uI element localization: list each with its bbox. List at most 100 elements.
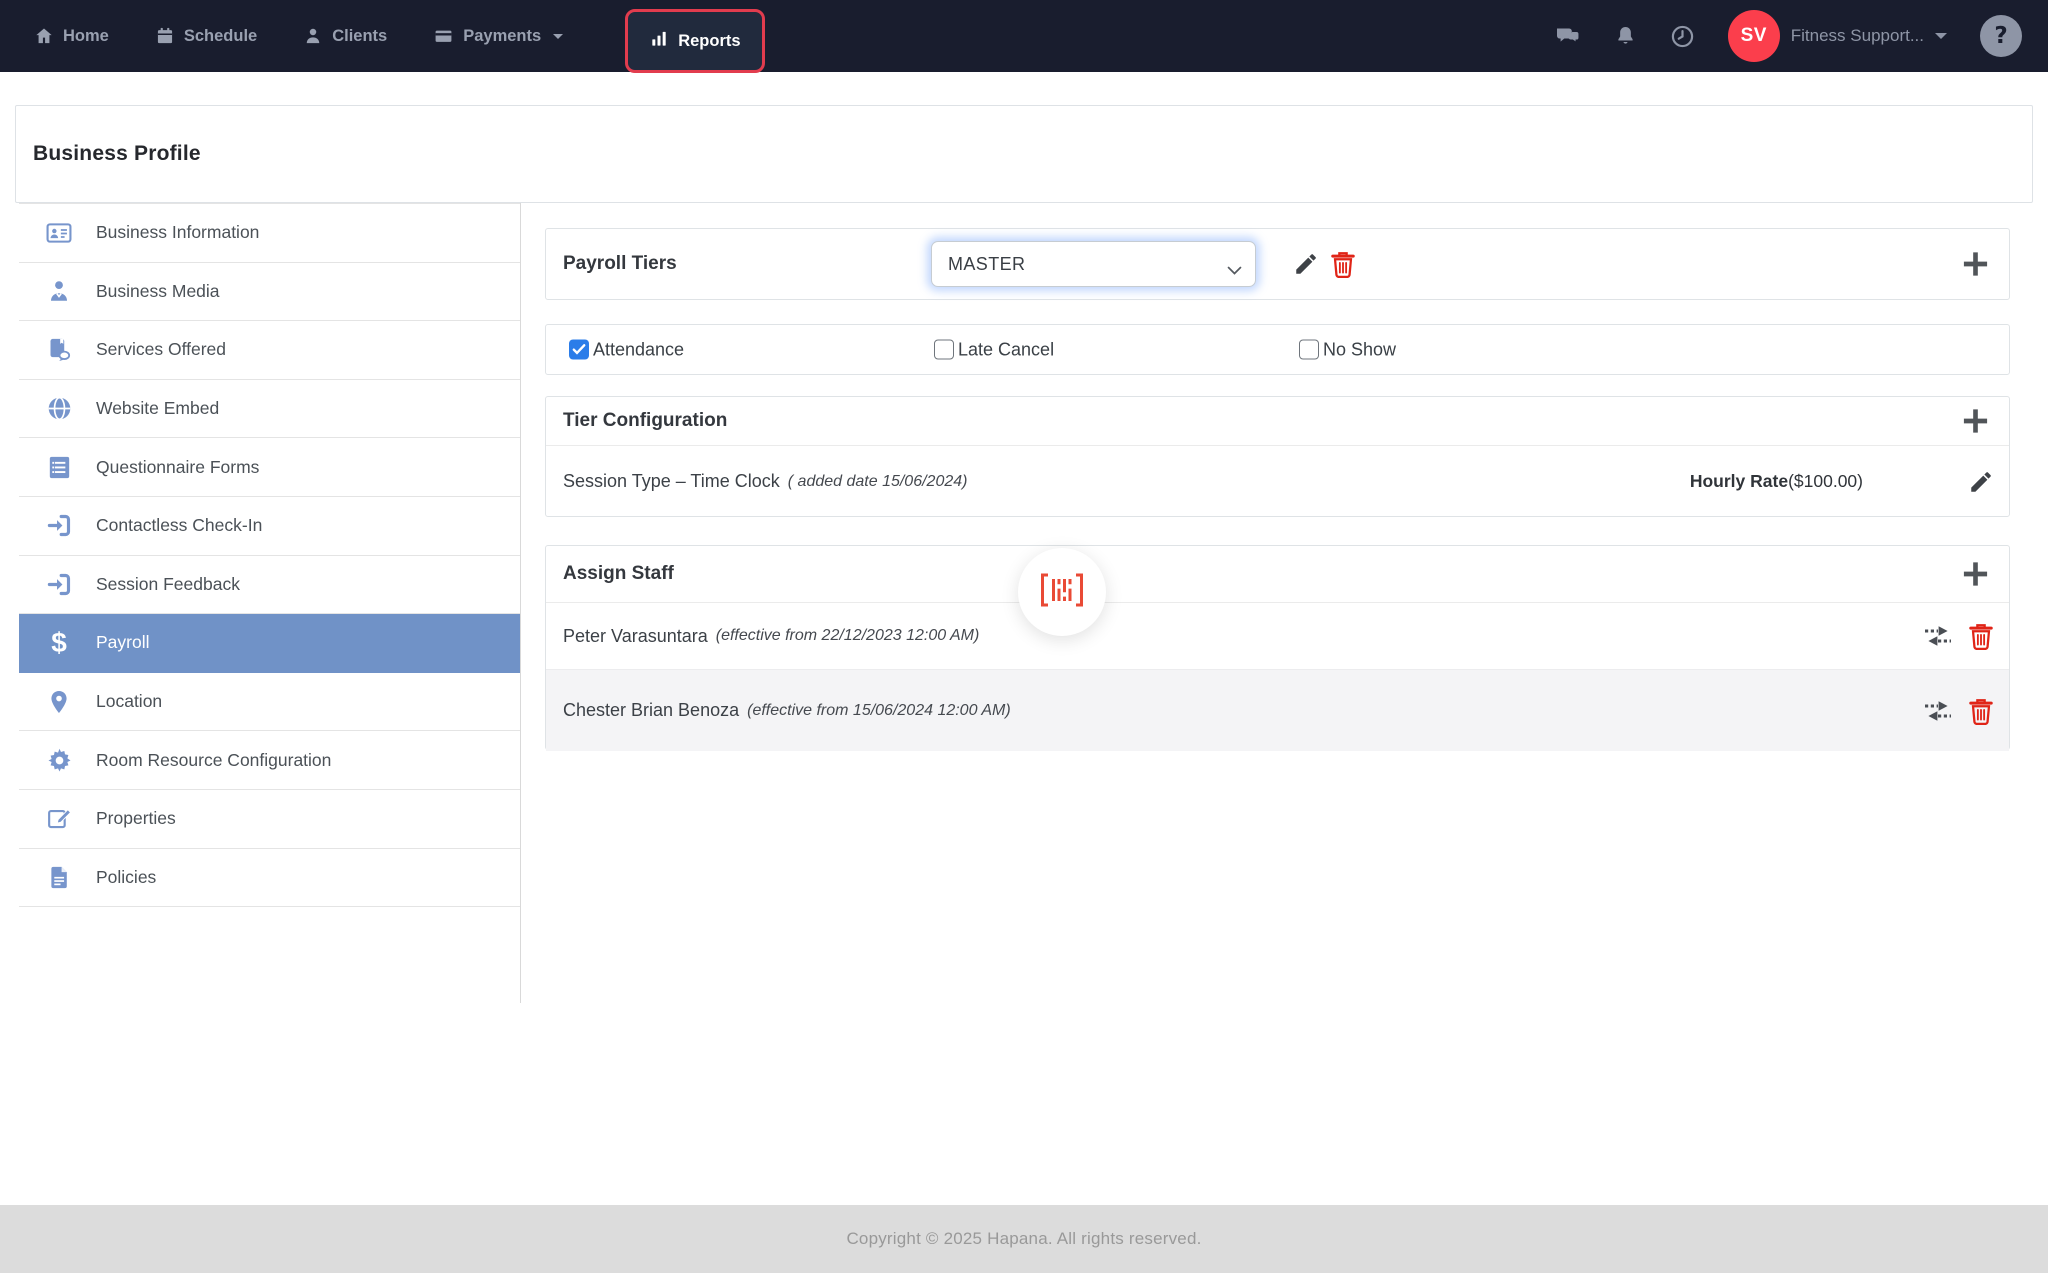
checkbox-label: Late Cancel xyxy=(958,339,1054,360)
hourly-rate: Hourly Rate($100.00) xyxy=(1690,471,1863,492)
session-type-name: Session Type – Time Clock xyxy=(563,471,780,492)
hourly-rate-label: Hourly Rate xyxy=(1690,471,1788,491)
add-tier-plus-icon[interactable] xyxy=(1961,250,1990,279)
staff-row-chester: Chester Brian Benoza (effective from 15/… xyxy=(546,670,2009,751)
nav-item-payments[interactable]: Payments xyxy=(433,26,563,46)
sidebar-item-label: Properties xyxy=(96,808,176,829)
account-menu[interactable]: SV Fitness Support... xyxy=(1728,10,1947,62)
footer: Copyright © 2025 Hapana. All rights rese… xyxy=(0,1205,2048,1273)
transfer-staff-swap-icon[interactable] xyxy=(1923,699,1953,723)
edit-doc-icon xyxy=(45,805,73,833)
home-icon xyxy=(34,26,54,46)
chevron-down-icon xyxy=(1935,33,1947,39)
dollar-icon: $ xyxy=(45,629,73,657)
sidebar-item-label: Business Media xyxy=(96,281,220,302)
remove-staff-trash-icon[interactable] xyxy=(1968,697,1994,725)
sidebar-item-label: Website Embed xyxy=(96,398,219,419)
nav-item-home[interactable]: Home xyxy=(34,26,109,46)
tier-configuration-card: Tier Configuration Session Type – Time C… xyxy=(545,396,2010,517)
late-cancel-checkbox-group[interactable]: Late Cancel xyxy=(934,339,1054,360)
remove-staff-trash-icon[interactable] xyxy=(1968,622,1994,650)
sidebar-item-label: Questionnaire Forms xyxy=(96,457,259,478)
no-show-checkbox-group[interactable]: No Show xyxy=(1299,339,1396,360)
sidebar-item-business-information[interactable]: Business Information xyxy=(19,204,520,263)
tier-configuration-title: Tier Configuration xyxy=(563,410,727,432)
payments-icon xyxy=(433,26,454,46)
tier-configuration-header: Tier Configuration xyxy=(546,397,2009,446)
checkbox-label: No Show xyxy=(1323,339,1396,360)
sign-in-icon xyxy=(45,512,73,540)
sidebar-item-label: Session Feedback xyxy=(96,574,240,595)
sidebar-item-label: Room Resource Configuration xyxy=(96,750,331,771)
assign-staff-header: Assign Staff xyxy=(546,546,2009,603)
nav-item-label: Schedule xyxy=(184,27,257,46)
staff-name: Chester Brian Benoza xyxy=(563,700,739,721)
sidebar-item-label: Services Offered xyxy=(96,339,226,360)
staff-name: Peter Varasuntara xyxy=(563,626,708,647)
nav-item-schedule[interactable]: Schedule xyxy=(155,26,257,46)
sidebar-item-website-embed[interactable]: Website Embed xyxy=(19,380,520,439)
nav-main-menu: Home Schedule Clients Payments Reports xyxy=(0,0,765,72)
sidebar-item-properties[interactable]: Properties xyxy=(19,790,520,849)
edit-configuration-pencil-icon[interactable] xyxy=(1968,469,1994,495)
account-name: Fitness Support... xyxy=(1791,26,1924,46)
late-cancel-checkbox[interactable] xyxy=(934,340,954,360)
checkbox-label: Attendance xyxy=(593,339,684,360)
sidebar-item-session-feedback[interactable]: Session Feedback xyxy=(19,556,520,615)
sidebar-item-room-resource-configuration[interactable]: Room Resource Configuration xyxy=(19,731,520,790)
chevron-down-icon xyxy=(553,34,563,39)
sidebar-item-contactless-check-in[interactable]: Contactless Check-In xyxy=(19,497,520,556)
sidebar-item-label: Location xyxy=(96,691,162,712)
no-show-checkbox[interactable] xyxy=(1299,340,1319,360)
add-staff-plus-icon[interactable] xyxy=(1961,560,1990,589)
nav-item-label: Home xyxy=(63,27,109,46)
page-title-card: Business Profile xyxy=(15,105,2033,203)
effective-date-note: (effective from 22/12/2023 12:00 AM) xyxy=(716,627,980,645)
globe-icon xyxy=(45,395,73,423)
nav-item-label: Payments xyxy=(463,27,541,46)
attendance-checkbox[interactable] xyxy=(569,340,589,360)
selected-tier-value: MASTER xyxy=(948,254,1025,275)
sidebar-item-questionnaire-forms[interactable]: Questionnaire Forms xyxy=(19,438,520,497)
form-icon xyxy=(45,453,73,481)
history-icon[interactable] xyxy=(1670,24,1695,49)
avatar: SV xyxy=(1728,10,1780,62)
payroll-tier-select[interactable]: MASTER xyxy=(931,241,1256,287)
sidebar-list: Business Information Business Media Serv… xyxy=(19,203,520,907)
nav-item-reports-active[interactable]: Reports xyxy=(625,9,764,73)
add-tier-configuration-plus-icon[interactable] xyxy=(1961,407,1990,436)
reports-icon xyxy=(649,29,669,54)
help-icon[interactable]: ? xyxy=(1980,15,2022,57)
clients-icon xyxy=(303,26,323,46)
edit-tier-pencil-icon[interactable] xyxy=(1293,251,1319,277)
assign-staff-title: Assign Staff xyxy=(563,563,674,585)
staff-row-peter: Peter Varasuntara (effective from 22/12/… xyxy=(546,603,2009,670)
sidebar-item-location[interactable]: Location xyxy=(19,673,520,732)
sidebar-item-policies[interactable]: Policies xyxy=(19,849,520,908)
page-title: Business Profile xyxy=(33,142,201,166)
attendance-checkbox-group[interactable]: Attendance xyxy=(569,339,684,360)
nav-item-label: Reports xyxy=(678,32,740,51)
transfer-staff-swap-icon[interactable] xyxy=(1923,624,1953,648)
chat-icon[interactable] xyxy=(1555,24,1581,48)
notifications-icon[interactable] xyxy=(1614,24,1637,48)
map-pin-icon xyxy=(45,688,73,716)
sign-in-icon xyxy=(45,570,73,598)
nav-utility-menu: SV Fitness Support... ? xyxy=(1555,0,2048,72)
nav-item-clients[interactable]: Clients xyxy=(303,26,387,46)
sidebar-item-label: Contactless Check-In xyxy=(96,515,262,536)
sidebar-item-services-offered[interactable]: Services Offered xyxy=(19,321,520,380)
copyright-text: Copyright © 2025 Hapana. All rights rese… xyxy=(846,1229,1201,1249)
gear-icon xyxy=(45,746,73,774)
sidebar-item-label: Payroll xyxy=(96,632,150,653)
delete-tier-trash-icon[interactable] xyxy=(1330,250,1356,278)
sidebar-item-business-media[interactable]: Business Media xyxy=(19,263,520,322)
payroll-tiers-label: Payroll Tiers xyxy=(563,253,677,275)
settings-sidebar: Business Information Business Media Serv… xyxy=(19,203,521,1003)
calendar-icon xyxy=(155,26,175,46)
sidebar-item-label: Policies xyxy=(96,867,156,888)
hapana-barcode-icon xyxy=(1038,572,1086,613)
sidebar-item-payroll[interactable]: $ Payroll xyxy=(19,614,520,673)
top-navigation: Home Schedule Clients Payments Reports S… xyxy=(0,0,2048,72)
session-status-filter-card: Attendance Late Cancel No Show xyxy=(545,324,2010,375)
